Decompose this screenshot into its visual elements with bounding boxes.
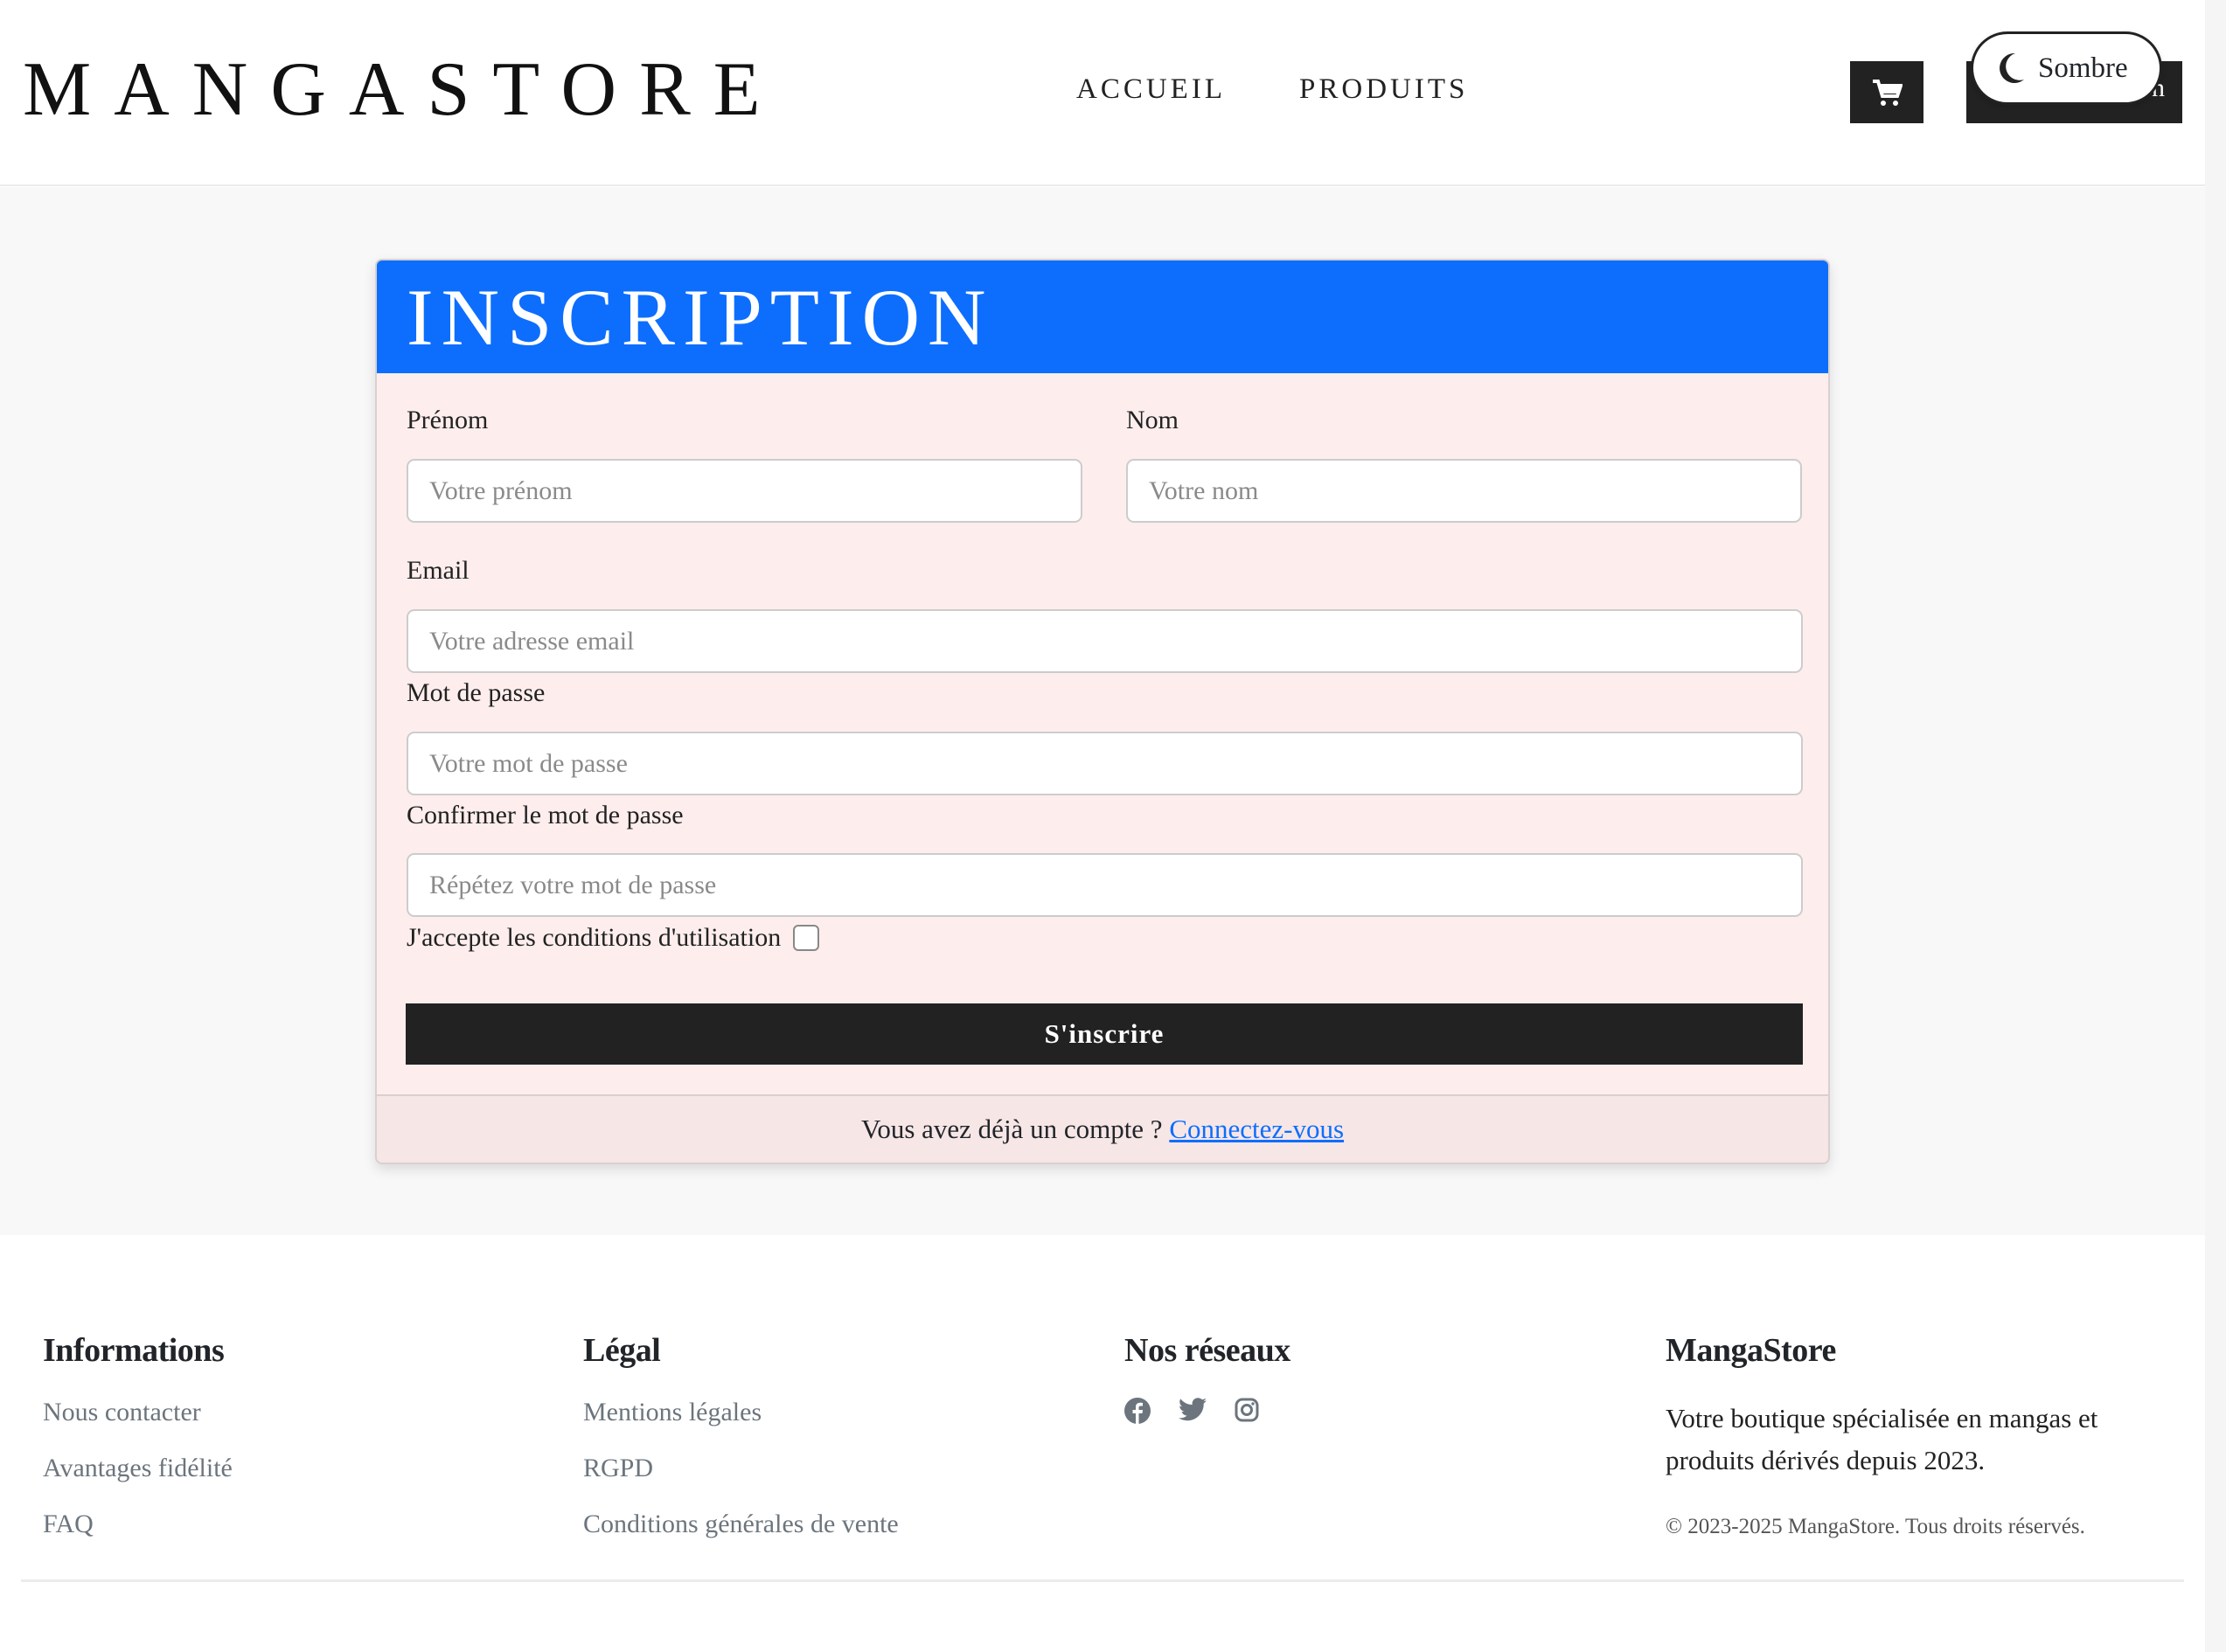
footer-link-loyalty[interactable]: Avantages fidélité	[43, 1454, 233, 1483]
first-name-label: Prénom	[407, 406, 489, 434]
footer-link-faq[interactable]: FAQ	[43, 1510, 233, 1539]
last-name-label: Nom	[1126, 406, 1179, 434]
footer-about: MangaStore Votre boutique spécialisée en…	[1666, 1331, 2138, 1548]
instagram-icon[interactable]	[1235, 1398, 1259, 1422]
last-name-input[interactable]	[1126, 459, 1802, 523]
footer-info: Informations Nous contacter Avantages fi…	[43, 1331, 233, 1565]
logo[interactable]: MANGASTORE	[23, 45, 783, 134]
email-input[interactable]	[407, 609, 1803, 673]
nav-accueil[interactable]: ACCUEIL	[1076, 73, 1226, 106]
copyright: © 2023-2025 MangaStore. Tous droits rése…	[1666, 1515, 2085, 1538]
footer-social: Nos réseaux	[1124, 1331, 1290, 1424]
first-name-input[interactable]	[407, 459, 1082, 523]
confirm-password-input[interactable]	[407, 853, 1803, 917]
footer-about-text: Votre boutique spécialisée en mangas et …	[1666, 1403, 2098, 1475]
footer-info-title: Informations	[43, 1332, 225, 1369]
footer-legal: Légal Mentions légales RGPD Conditions g…	[583, 1331, 899, 1565]
theme-toggle[interactable]: Sombre	[1971, 31, 2162, 105]
site-footer: Informations Nous contacter Avantages fi…	[0, 1235, 2205, 1652]
footer-link-cgv[interactable]: Conditions générales de vente	[583, 1510, 899, 1539]
footer-link-rgpd[interactable]: RGPD	[583, 1454, 899, 1483]
footer-about-title: MangaStore	[1666, 1332, 1836, 1369]
login-link[interactable]: Connectez-vous	[1169, 1114, 1344, 1144]
site-header: MANGASTORE ACCUEIL PRODUITS n Sombre	[0, 0, 2205, 186]
form-title: INSCRIPTION	[377, 260, 1828, 373]
login-prompt-text: Vous avez déjà un compte ?	[860, 1114, 1163, 1144]
footer-link-mentions[interactable]: Mentions légales	[583, 1398, 899, 1427]
theme-toggle-label: Sombre	[2038, 52, 2128, 84]
facebook-icon[interactable]	[1124, 1398, 1151, 1424]
email-label: Email	[407, 556, 470, 585]
signup-card: INSCRIPTION Prénom Nom Email Mot de pass…	[375, 259, 1830, 1164]
moon-icon	[2000, 52, 2024, 83]
cart-button[interactable]	[1850, 61, 1923, 123]
footer-divider	[21, 1579, 2184, 1582]
terms-checkbox[interactable]	[793, 925, 819, 951]
password-label: Mot de passe	[407, 678, 546, 707]
nav-produits[interactable]: PRODUITS	[1299, 73, 1468, 106]
cart-icon	[1873, 79, 1903, 106]
scrollbar[interactable]	[2205, 0, 2226, 1652]
signup-button[interactable]: S'inscrire	[406, 1003, 1803, 1065]
terms-label: J'accepte les conditions d'utilisation	[407, 923, 782, 952]
footer-legal-title: Légal	[583, 1332, 661, 1369]
footer-link-contact[interactable]: Nous contacter	[43, 1398, 233, 1427]
password-input[interactable]	[407, 732, 1803, 795]
confirm-password-label: Confirmer le mot de passe	[407, 801, 684, 829]
twitter-icon[interactable]	[1179, 1398, 1207, 1422]
footer-social-title: Nos réseaux	[1124, 1332, 1290, 1369]
login-prompt: Vous avez déjà un compte ? Connectez-vou…	[377, 1094, 1828, 1163]
